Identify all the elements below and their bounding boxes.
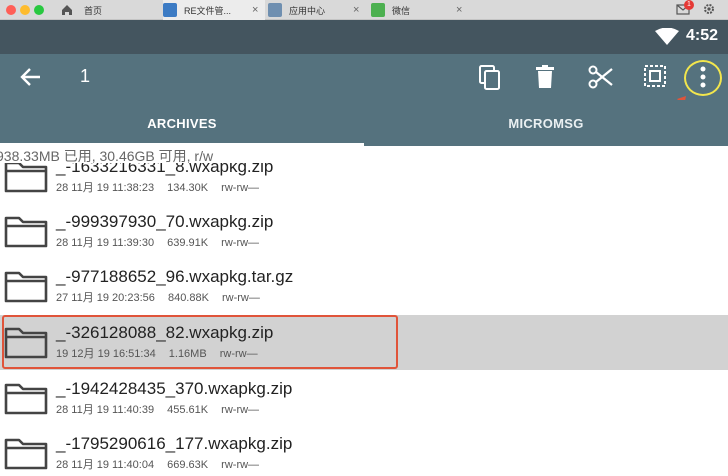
file-name: _-1942428435_370.wxapkg.zip: [56, 379, 293, 398]
cut-icon[interactable]: [588, 65, 614, 89]
wechat-icon: [371, 3, 385, 17]
wifi-icon: [655, 28, 679, 45]
host-tab-home[interactable]: 首页: [60, 0, 160, 20]
file-meta: 28 11月 19 11:38:23 134.30K rw-rw—: [56, 179, 269, 195]
app-center-icon: [268, 3, 282, 17]
home-icon: [62, 5, 72, 15]
notification-badge: 1: [684, 0, 694, 10]
host-tab-label: 微信: [392, 5, 411, 16]
file-meta: 28 11月 19 11:39:30 639.91K rw-rw—: [56, 234, 269, 250]
file-date: 28 11月 19 11:38:23: [56, 182, 155, 194]
re-file-manager-app-icon: [163, 3, 177, 17]
list-item[interactable]: _-999397930_70.wxapkg.zip 28 11月 19 11:3…: [0, 204, 728, 259]
close-tab-icon[interactable]: ×: [456, 4, 462, 16]
host-tab-label: 首页: [84, 5, 103, 16]
list-item[interactable]: _-1633216331_8.wxapkg.zip 28 11月 19 11:3…: [0, 163, 728, 204]
file-permissions: rw-rw—: [221, 182, 260, 194]
close-tab-icon[interactable]: ×: [252, 4, 258, 16]
folder-icon: [4, 163, 48, 193]
action-bar: 1: [0, 54, 728, 100]
close-tab-icon[interactable]: ×: [353, 4, 359, 16]
status-clock: 4:52: [685, 27, 718, 44]
file-permissions: rw-rw—: [221, 404, 260, 416]
host-tab-re-file-manager[interactable]: RE文件管... ×: [163, 0, 265, 20]
android-status-bar: 4:52: [0, 20, 728, 54]
tab-label: ARCHIVES: [147, 115, 217, 131]
file-name: _-1795290616_177.wxapkg.zip: [56, 434, 293, 453]
tab-label: MICROMSG: [508, 115, 584, 131]
maximize-window-button[interactable]: [34, 5, 44, 15]
back-arrow-icon[interactable]: [20, 66, 42, 88]
close-window-button[interactable]: [6, 5, 16, 15]
file-meta: 27 11月 19 20:23:56 840.88K rw-rw—: [56, 289, 270, 305]
file-date: 28 11月 19 11:40:39: [56, 404, 155, 416]
copy-icon[interactable]: [478, 65, 502, 91]
tab-bar: ARCHIVES MICROMSG: [0, 100, 728, 146]
list-item[interactable]: _-977188652_96.wxapkg.tar.gz 27 11月 19 2…: [0, 259, 728, 314]
minimize-window-button[interactable]: [20, 5, 30, 15]
folder-icon: [4, 383, 48, 415]
folder-icon: [4, 271, 48, 303]
host-tab-wechat[interactable]: 微信 ×: [371, 0, 471, 20]
annotation-highlight-circle: [684, 60, 722, 96]
delete-icon[interactable]: [535, 65, 555, 89]
file-date: 27 11月 19 20:23:56: [56, 292, 155, 304]
tab-archives[interactable]: ARCHIVES: [0, 100, 364, 146]
folder-icon: [4, 438, 48, 470]
file-date: 28 11月 19 11:40:04: [56, 459, 155, 471]
folder-icon: [4, 216, 48, 248]
tab-micromsg[interactable]: MICROMSG: [364, 100, 728, 146]
select-all-icon[interactable]: [644, 65, 666, 87]
selected-count: 1: [80, 66, 91, 86]
host-tab-label: 应用中心: [289, 5, 326, 16]
host-tab-bar: 首页 RE文件管... × 应用中心 × 微信 × 1: [0, 0, 728, 20]
file-size: 840.88K: [167, 292, 209, 304]
file-size: 455.61K: [167, 404, 209, 416]
file-name: _-1633216331_8.wxapkg.zip: [56, 163, 274, 176]
host-tab-app-center[interactable]: 应用中心 ×: [268, 0, 368, 20]
file-name: _-999397930_70.wxapkg.zip: [56, 212, 274, 231]
file-permissions: rw-rw—: [221, 459, 260, 471]
file-size: 669.63K: [167, 459, 209, 471]
file-permissions: rw-rw—: [221, 237, 260, 249]
file-meta: 28 11月 19 11:40:04 669.63K rw-rw—: [56, 456, 269, 472]
file-permissions: rw-rw—: [222, 292, 260, 304]
settings-gear-icon[interactable]: [702, 2, 718, 18]
host-tab-label: RE文件管...: [184, 5, 232, 16]
list-item[interactable]: _-1795290616_177.wxapkg.zip 28 11月 19 11…: [0, 426, 728, 476]
file-size: 639.91K: [167, 237, 209, 249]
file-date: 28 11月 19 11:39:30: [56, 237, 155, 249]
list-item[interactable]: _-1942428435_370.wxapkg.zip 28 11月 19 11…: [0, 371, 728, 426]
file-meta: 28 11月 19 11:40:39 455.61K rw-rw—: [56, 401, 269, 417]
file-name: _-977188652_96.wxapkg.tar.gz: [56, 267, 294, 286]
annotation-selection-box: [2, 315, 398, 369]
file-size: 134.30K: [167, 182, 209, 194]
